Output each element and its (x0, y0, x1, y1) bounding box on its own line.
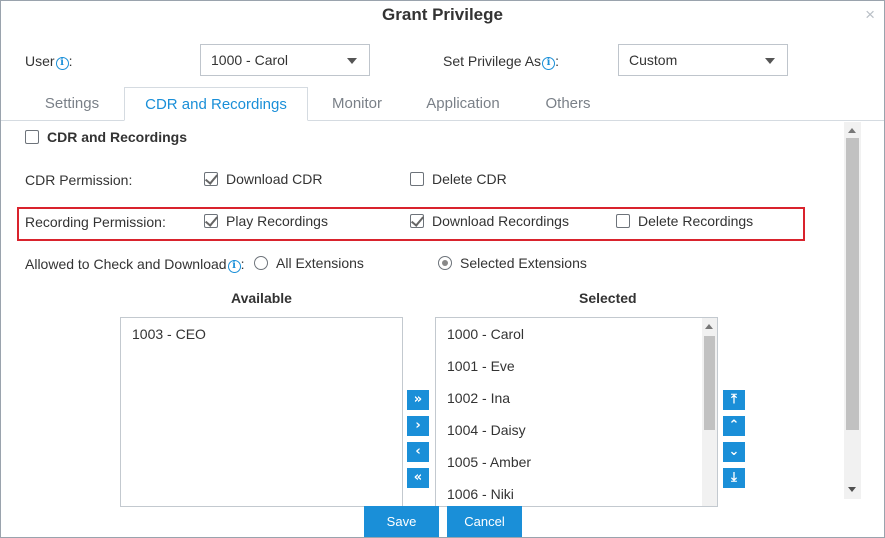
recording-permission-label: Recording Permission: (25, 214, 166, 230)
move-down-button[interactable]: ⌄ (723, 442, 745, 462)
move-bottom-button[interactable]: ⤓ (723, 468, 745, 488)
list-item[interactable]: 1000 - Carol (447, 326, 524, 342)
radio-selected-icon (438, 256, 452, 270)
grant-privilege-dialog: Grant Privilege × User i: 1000 - Carol Se… (0, 0, 885, 538)
available-list[interactable]: 1003 - CEO (120, 317, 403, 507)
allowed-label: Allowed to Check and Download i: (25, 256, 245, 273)
checkbox-checked-icon (204, 214, 218, 228)
tab-application[interactable]: Application (411, 87, 515, 121)
radio-icon (254, 256, 268, 270)
scrollbar-thumb[interactable] (704, 336, 715, 430)
list-item[interactable]: 1003 - CEO (132, 326, 206, 342)
privilege-label: Set Privilege As i: (443, 53, 559, 70)
checkbox-checked-icon (204, 172, 218, 186)
move-up-button[interactable]: ⌃ (723, 416, 745, 436)
info-icon[interactable]: i (55, 57, 69, 70)
checkbox-icon (616, 214, 630, 228)
tab-settings[interactable]: Settings (25, 87, 119, 121)
privilege-select-value: Custom (629, 52, 678, 68)
chevron-down-icon (347, 58, 357, 64)
dialog-title: Grant Privilege (382, 5, 503, 24)
chevron-down-icon (765, 58, 775, 64)
selected-list[interactable]: 1000 - Carol 1001 - Eve 1002 - Ina 1004 … (435, 317, 718, 507)
selected-header: Selected (579, 290, 637, 306)
checkbox-icon (410, 172, 424, 186)
scroll-down-arrow-icon[interactable] (848, 487, 856, 492)
dialog-scrollbar[interactable] (844, 122, 861, 499)
scrollbar-thumb[interactable] (846, 138, 859, 430)
play-recordings-checkbox[interactable]: Play Recordings (204, 213, 328, 229)
delete-cdr-checkbox[interactable]: Delete CDR (410, 171, 507, 187)
cdr-permission-label: CDR Permission: (25, 172, 133, 188)
move-top-button[interactable]: ⤒ (723, 390, 745, 410)
privilege-select[interactable]: Custom (618, 44, 788, 76)
remove-button[interactable]: ‹ (407, 442, 429, 462)
download-recordings-checkbox[interactable]: Download Recordings (410, 213, 569, 229)
available-header: Available (231, 290, 292, 306)
remove-all-button[interactable]: « (407, 468, 429, 488)
all-extensions-radio[interactable]: All Extensions (254, 255, 364, 271)
list-item[interactable]: 1001 - Eve (447, 358, 515, 374)
list-item[interactable]: 1002 - Ina (447, 390, 510, 406)
tab-cdr-and-recordings[interactable]: CDR and Recordings (124, 87, 308, 121)
selected-extensions-radio[interactable]: Selected Extensions (438, 255, 587, 271)
section-label: CDR and Recordings (47, 129, 188, 145)
list-item[interactable]: 1005 - Amber (447, 454, 531, 470)
cancel-button[interactable]: Cancel (447, 506, 522, 537)
info-icon[interactable]: i (227, 260, 241, 273)
section-checkbox[interactable]: CDR and Recordings (25, 129, 187, 145)
tab-others[interactable]: Others (530, 87, 606, 121)
checkbox-icon (25, 130, 39, 144)
checkbox-checked-icon (410, 214, 424, 228)
save-button[interactable]: Save (364, 506, 439, 537)
list-item[interactable]: 1006 - Niki (447, 486, 514, 502)
info-icon[interactable]: i (542, 57, 556, 70)
user-label: User i: (25, 53, 73, 70)
close-icon[interactable]: × (865, 5, 875, 25)
user-select-value: 1000 - Carol (211, 52, 289, 68)
list-item[interactable]: 1004 - Daisy (447, 422, 526, 438)
add-button[interactable]: › (407, 416, 429, 436)
download-cdr-checkbox[interactable]: Download CDR (204, 171, 322, 187)
selected-list-scrollbar[interactable] (702, 318, 717, 506)
scroll-up-arrow-icon[interactable] (848, 128, 856, 133)
user-select[interactable]: 1000 - Carol (200, 44, 370, 76)
tab-monitor[interactable]: Monitor (315, 87, 399, 121)
add-all-button[interactable]: » (407, 390, 429, 410)
delete-recordings-checkbox[interactable]: Delete Recordings (616, 213, 753, 229)
scroll-up-arrow-icon[interactable] (705, 324, 713, 329)
